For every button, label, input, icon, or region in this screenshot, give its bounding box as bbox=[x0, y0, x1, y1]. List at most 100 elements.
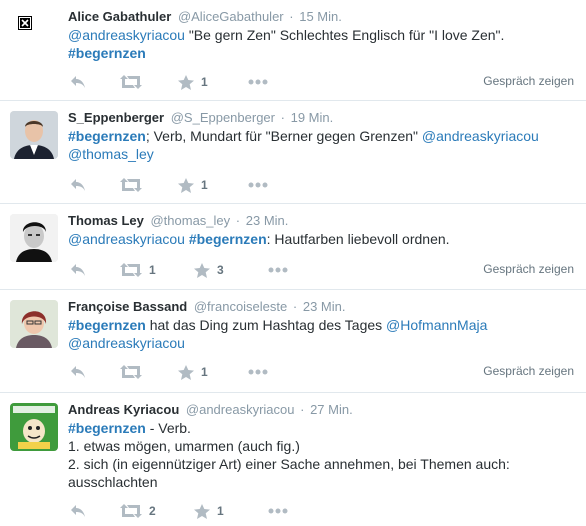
tweet[interactable]: Andreas Kyriacou @andreaskyriacou · 27 M… bbox=[0, 393, 586, 526]
reply-button[interactable] bbox=[70, 72, 86, 92]
mention-link[interactable]: @andreaskyriacou bbox=[68, 231, 185, 247]
favorite-icon bbox=[194, 262, 210, 278]
retweet-icon bbox=[120, 75, 142, 89]
text-segment: 2. sich (in eigennütziger Art) einer Sac… bbox=[68, 456, 510, 490]
retweet-count: 2 bbox=[149, 504, 156, 518]
hashtag-link[interactable]: #begernzen bbox=[189, 231, 267, 247]
separator: · bbox=[280, 110, 285, 125]
more-button[interactable] bbox=[268, 260, 288, 280]
text-segment: ; Verb, Mundart für "Berner gegen Grenze… bbox=[145, 128, 422, 144]
tweet-actions: 1 Gespräch zeigen bbox=[68, 362, 574, 382]
reply-button[interactable] bbox=[70, 260, 86, 280]
author-name[interactable]: S_Eppenberger bbox=[68, 110, 164, 125]
favorite-count: 1 bbox=[201, 75, 208, 89]
hashtag-link[interactable]: #begernzen bbox=[68, 317, 146, 333]
mention-link[interactable]: @HofmannMaja bbox=[386, 317, 487, 333]
text-segment: hat das Ding zum Hashtag des Tages bbox=[145, 317, 387, 333]
retweet-button[interactable] bbox=[120, 72, 149, 92]
reply-icon bbox=[71, 179, 85, 191]
separator: · bbox=[292, 299, 298, 314]
more-icon bbox=[268, 267, 288, 273]
tweet-timestamp[interactable]: 19 Min. bbox=[291, 110, 334, 125]
avatar[interactable] bbox=[10, 300, 58, 348]
avatar[interactable] bbox=[10, 214, 58, 262]
show-conversation-link[interactable]: Gespräch zeigen bbox=[483, 262, 574, 276]
separator: · bbox=[289, 9, 294, 24]
retweet-button[interactable]: 2 bbox=[120, 501, 156, 521]
tweet[interactable]: Françoise Bassand @francoiseleste · 23 M… bbox=[0, 290, 586, 393]
more-icon bbox=[248, 369, 268, 375]
tweet-timestamp[interactable]: 27 Min. bbox=[310, 402, 353, 417]
reply-button[interactable] bbox=[70, 362, 86, 382]
favorite-icon bbox=[178, 74, 194, 90]
retweet-icon bbox=[120, 178, 142, 192]
more-button[interactable] bbox=[248, 175, 268, 195]
reply-button[interactable] bbox=[70, 175, 86, 195]
separator: · bbox=[235, 213, 241, 228]
favorite-button[interactable]: 1 bbox=[178, 362, 208, 382]
tweet[interactable]: Alice Gabathuler @AliceGabathuler · 15 M… bbox=[0, 0, 586, 101]
avatar[interactable] bbox=[10, 111, 58, 159]
more-icon bbox=[268, 508, 288, 514]
mention-link[interactable]: @andreaskyriacou bbox=[422, 128, 539, 144]
hashtag-link[interactable]: #begernzen bbox=[68, 45, 146, 61]
tweet-text: #begernzen - Verb. 1. etwas mögen, umarme… bbox=[68, 419, 574, 491]
author-name[interactable]: Andreas Kyriacou bbox=[68, 402, 179, 417]
more-icon bbox=[248, 79, 268, 85]
more-button[interactable] bbox=[248, 72, 268, 92]
more-button[interactable] bbox=[248, 362, 268, 382]
favorite-count: 1 bbox=[201, 365, 208, 379]
retweet-icon bbox=[120, 263, 142, 277]
tweet-timestamp[interactable]: 23 Min. bbox=[303, 299, 346, 314]
author-username[interactable]: @S_Eppenberger bbox=[171, 110, 275, 125]
tweet-text: @andreaskyriacou "Be gern Zen" Schlechte… bbox=[68, 26, 574, 62]
reply-icon bbox=[71, 264, 85, 276]
retweet-button[interactable]: 1 bbox=[120, 260, 156, 280]
tweet-timestamp[interactable]: 15 Min. bbox=[299, 9, 342, 24]
author-name[interactable]: Françoise Bassand bbox=[68, 299, 187, 314]
author-username[interactable]: @AliceGabathuler bbox=[178, 9, 284, 24]
favorite-button[interactable]: 1 bbox=[178, 72, 208, 92]
tweet-feed: Alice Gabathuler @AliceGabathuler · 15 M… bbox=[0, 0, 586, 526]
retweet-button[interactable] bbox=[120, 175, 149, 195]
tweet-text: #begernzen; Verb, Mundart für "Berner ge… bbox=[68, 127, 574, 163]
reply-icon bbox=[71, 76, 85, 88]
text-segment: : Hautfarben liebevoll ordnen. bbox=[266, 231, 450, 247]
reply-icon bbox=[71, 505, 85, 517]
reply-icon bbox=[71, 366, 85, 378]
more-button[interactable] bbox=[268, 501, 288, 521]
favorite-button[interactable]: 3 bbox=[194, 260, 224, 280]
mention-link[interactable]: @andreaskyriacou bbox=[68, 335, 185, 351]
tweet-timestamp[interactable]: 23 Min. bbox=[246, 213, 289, 228]
tweet-actions: 2 1 bbox=[68, 501, 574, 521]
tweet-text: @andreaskyriacou #begernzen: Hautfarben … bbox=[68, 230, 574, 248]
tweet[interactable]: S_Eppenberger @S_Eppenberger · 19 Min. #… bbox=[0, 101, 586, 204]
retweet-icon bbox=[120, 365, 142, 379]
retweet-button[interactable] bbox=[120, 362, 149, 382]
author-username[interactable]: @andreaskyriacou bbox=[186, 402, 295, 417]
mention-link[interactable]: @thomas_ley bbox=[68, 146, 154, 162]
favorite-count: 1 bbox=[201, 178, 208, 192]
hashtag-link[interactable]: #begernzen bbox=[68, 420, 146, 436]
author-username[interactable]: @thomas_ley bbox=[150, 213, 230, 228]
retweet-count: 1 bbox=[149, 263, 156, 277]
author-username[interactable]: @francoiseleste bbox=[194, 299, 287, 314]
favorite-icon bbox=[194, 503, 210, 519]
hashtag-link[interactable]: #begernzen bbox=[68, 128, 146, 144]
favorite-icon bbox=[178, 364, 194, 380]
text-segment: "Be gern Zen" Schlechtes Englisch für "I… bbox=[184, 27, 505, 43]
reply-button[interactable] bbox=[70, 501, 86, 521]
author-name[interactable]: Thomas Ley bbox=[68, 213, 144, 228]
favorite-button[interactable]: 1 bbox=[194, 501, 224, 521]
more-icon bbox=[248, 182, 268, 188]
tweet[interactable]: Thomas Ley @thomas_ley · 23 Min. @andrea… bbox=[0, 204, 586, 290]
show-conversation-link[interactable]: Gespräch zeigen bbox=[483, 364, 574, 378]
broken-image-icon[interactable] bbox=[18, 16, 32, 30]
author-name[interactable]: Alice Gabathuler bbox=[68, 9, 171, 24]
mention-link[interactable]: @andreaskyriacou bbox=[68, 27, 185, 43]
favorite-button[interactable]: 1 bbox=[178, 175, 208, 195]
favorite-count: 3 bbox=[217, 263, 224, 277]
retweet-icon bbox=[120, 504, 142, 518]
show-conversation-link[interactable]: Gespräch zeigen bbox=[483, 74, 574, 88]
avatar[interactable] bbox=[10, 403, 58, 451]
